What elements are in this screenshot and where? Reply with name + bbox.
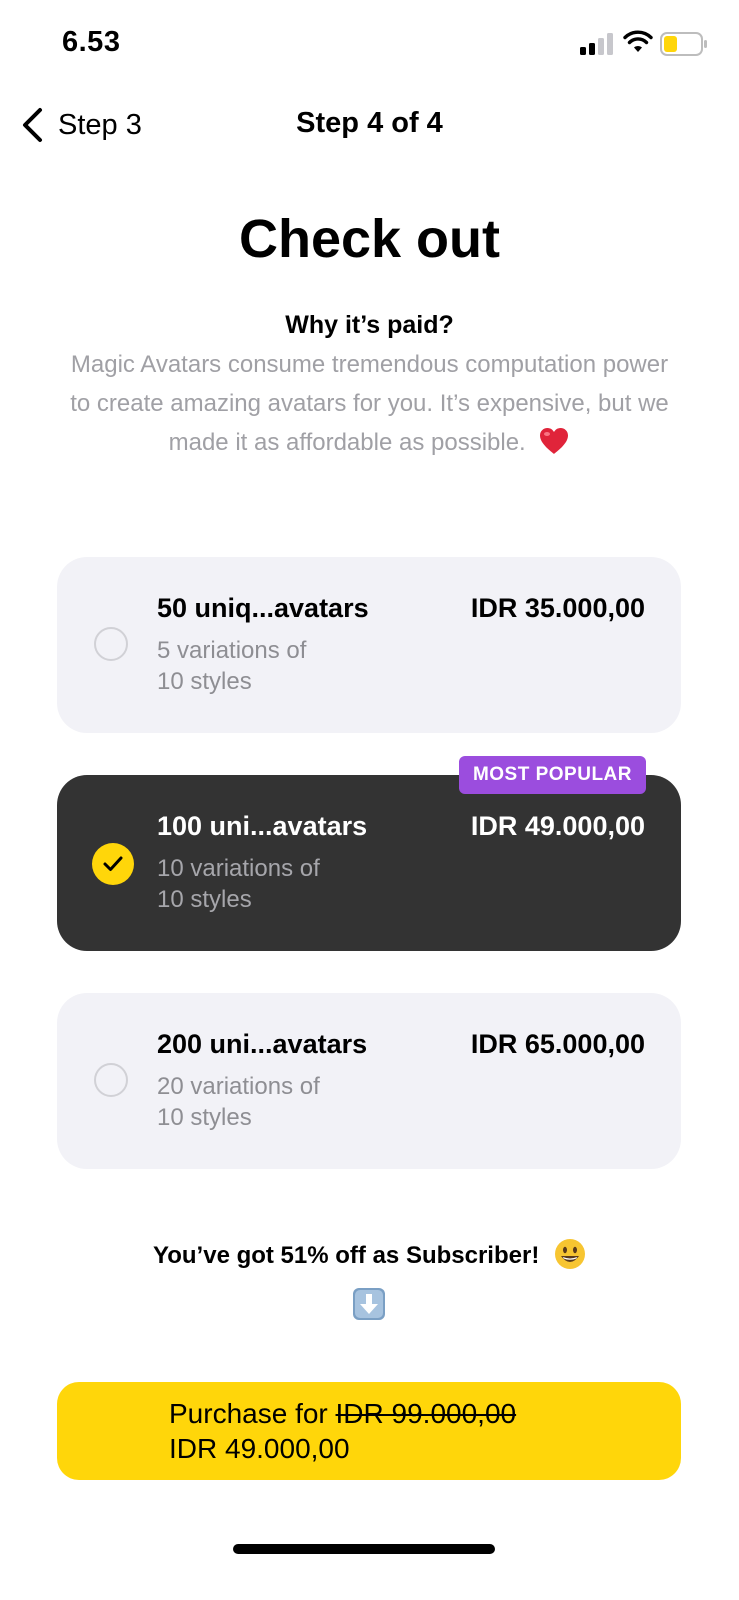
heart-emoji-icon bbox=[540, 428, 569, 454]
down-arrow-emoji-icon bbox=[353, 1288, 385, 1320]
plan-price: IDR 49.000,00 bbox=[470, 811, 645, 841]
plan-radio[interactable] bbox=[94, 1063, 128, 1097]
purchase-new-price: IDR 49.000,00 bbox=[169, 1433, 350, 1464]
purchase-old-price: IDR 99.000,00 bbox=[335, 1398, 517, 1429]
checkmark-icon bbox=[103, 856, 123, 871]
status-time: 6.53 bbox=[62, 26, 121, 58]
plan-desc-line2: 10 styles bbox=[157, 668, 252, 695]
page-title: Check out bbox=[238, 209, 501, 269]
plan-desc-line1: 20 variations of bbox=[157, 1073, 320, 1100]
nav-title: Step 4 of 4 bbox=[296, 107, 443, 139]
home-indicator bbox=[233, 1544, 495, 1554]
cellular-signal-icon bbox=[580, 33, 613, 55]
plan-name: 50 uniq...avatars bbox=[157, 593, 369, 623]
plan-description: 20 variations of 10 styles bbox=[157, 1071, 377, 1133]
plan-desc-line1: 10 variations of bbox=[157, 855, 320, 882]
why-title: Why it’s paid? bbox=[285, 311, 454, 339]
status-bar: 6.53 bbox=[0, 0, 739, 90]
smile-emoji-icon bbox=[554, 1239, 585, 1269]
plan-price: IDR 65.000,00 bbox=[470, 1029, 645, 1059]
plan-name: 200 uni...avatars bbox=[157, 1029, 368, 1059]
plan-desc-line2: 10 styles bbox=[157, 1104, 252, 1131]
purchase-prefix: Purchase for bbox=[169, 1398, 336, 1429]
plan-card-50[interactable]: 50 uniq...avatars IDR 35.000,00 5 variat… bbox=[57, 557, 681, 733]
plan-desc-line2: 10 styles bbox=[157, 886, 252, 913]
nav-bar: Step 3 Step 4 of 4 bbox=[0, 95, 739, 155]
plan-name: 100 uni...avatars bbox=[157, 811, 368, 841]
wifi-icon bbox=[623, 30, 653, 52]
purchase-button[interactable]: Purchase for IDR 99.000,00 IDR 49.000,00 bbox=[57, 1382, 681, 1480]
subscriber-note-text: You’ve got 51% off as Subscriber! bbox=[153, 1242, 540, 1269]
most-popular-badge: MOST POPULAR bbox=[458, 756, 646, 794]
plan-desc-line1: 5 variations of bbox=[157, 637, 307, 664]
purchase-label: Purchase for IDR 99.000,00 IDR 49.000,00 bbox=[169, 1396, 516, 1466]
plan-radio-checked[interactable] bbox=[92, 843, 134, 885]
subscriber-note: You’ve got 51% off as Subscriber! bbox=[0, 1238, 739, 1270]
plan-radio[interactable] bbox=[94, 627, 128, 661]
why-body-text: Magic Avatars consume tremendous computa… bbox=[70, 351, 669, 456]
battery-icon bbox=[660, 32, 707, 56]
why-body: Magic Avatars consume tremendous computa… bbox=[60, 345, 679, 462]
plan-card-100[interactable]: MOST POPULAR 100 uni...avatars IDR 49.00… bbox=[57, 756, 681, 951]
plan-price: IDR 35.000,00 bbox=[470, 593, 645, 623]
plan-card-200[interactable]: 200 uni...avatars IDR 65.000,00 20 varia… bbox=[57, 993, 681, 1169]
plan-description: 10 variations of 10 styles bbox=[157, 853, 377, 915]
plan-description: 5 variations of 10 styles bbox=[157, 635, 377, 697]
